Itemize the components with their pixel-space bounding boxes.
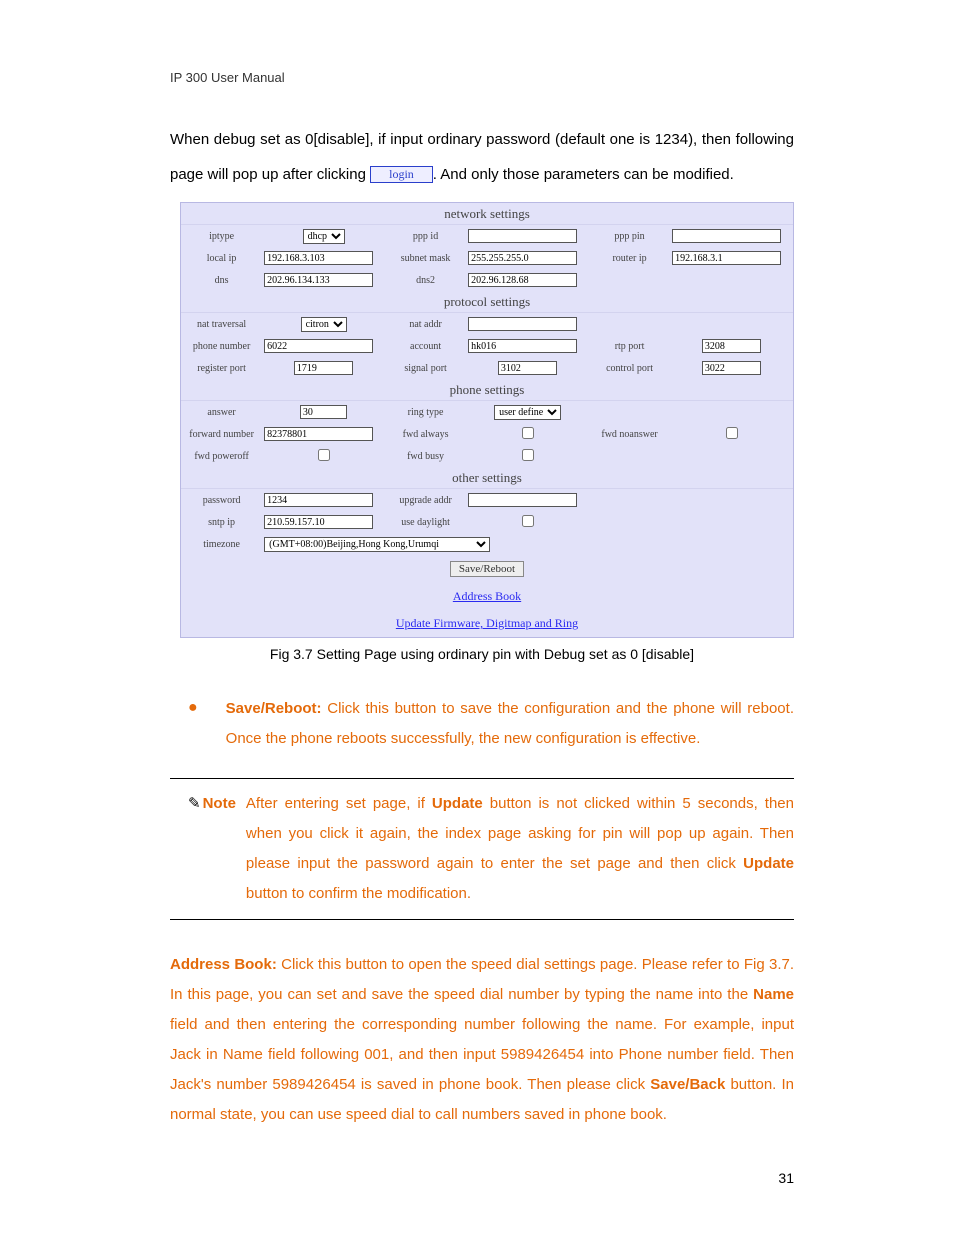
lbl-rtp-port: rtp port xyxy=(589,335,670,357)
lbl-iptype: iptype xyxy=(181,225,262,247)
rtp-port-input[interactable] xyxy=(702,339,761,353)
lbl-nat-traversal: nat traversal xyxy=(181,313,262,335)
bullet-icon: ● xyxy=(188,694,198,754)
lbl-control-port: control port xyxy=(589,357,670,379)
nat-addr-input[interactable] xyxy=(468,317,577,331)
address-book-link[interactable]: Address Book xyxy=(453,589,521,603)
lbl-timezone: timezone xyxy=(181,533,262,555)
login-button[interactable]: login xyxy=(370,166,433,183)
lbl-dns: dns xyxy=(181,269,262,291)
lbl-upgrade-addr: upgrade addr xyxy=(385,489,466,511)
dns2-input[interactable] xyxy=(468,273,577,287)
lbl-forward-number: forward number xyxy=(181,423,262,445)
bullet-block: ● Save/Reboot: Click this button to save… xyxy=(170,694,794,754)
subnet-mask-input[interactable] xyxy=(468,251,577,265)
note-text-1a: After entering set page, if xyxy=(246,795,432,812)
address-book-label: Address Book: xyxy=(170,956,277,973)
address-saveback: Save/Back xyxy=(650,1076,725,1093)
lbl-router-ip: router ip xyxy=(589,247,670,269)
lbl-sntp-ip: sntp ip xyxy=(181,511,262,533)
signal-port-input[interactable] xyxy=(498,361,557,375)
section-phone: phone settings xyxy=(181,379,793,401)
lbl-dns2: dns2 xyxy=(385,269,466,291)
lbl-nat-addr: nat addr xyxy=(385,313,466,335)
note-update-1: Update xyxy=(432,795,483,812)
fwd-always-checkbox[interactable] xyxy=(522,427,534,439)
lbl-subnet-mask: subnet mask xyxy=(385,247,466,269)
router-ip-input[interactable] xyxy=(672,251,781,265)
iptype-select[interactable]: dhcp xyxy=(303,229,345,244)
lbl-account: account xyxy=(385,335,466,357)
lbl-password: password xyxy=(181,489,262,511)
forward-number-input[interactable] xyxy=(264,427,373,441)
intro-part2: . And only those parameters can be modif… xyxy=(433,166,734,183)
section-other: other settings xyxy=(181,467,793,489)
fwd-noanswer-checkbox[interactable] xyxy=(726,427,738,439)
lbl-register-port: register port xyxy=(181,357,262,379)
register-port-input[interactable] xyxy=(294,361,353,375)
manual-header: IP 300 User Manual xyxy=(170,70,794,85)
ppp-id-input[interactable] xyxy=(468,229,577,243)
use-daylight-checkbox[interactable] xyxy=(522,515,534,527)
divider-bottom xyxy=(170,919,794,920)
note-update-2: Update xyxy=(743,855,794,872)
control-port-input[interactable] xyxy=(702,361,761,375)
section-protocol: protocol settings xyxy=(181,291,793,313)
lbl-fwd-poweroff: fwd poweroff xyxy=(181,445,262,467)
answer-input[interactable] xyxy=(300,405,348,419)
lbl-answer: answer xyxy=(181,401,262,423)
fwd-poweroff-checkbox[interactable] xyxy=(318,449,330,461)
pencil-icon: ✎ xyxy=(188,789,201,819)
lbl-signal-port: signal port xyxy=(385,357,466,379)
ring-type-select[interactable]: user define xyxy=(494,405,561,420)
lbl-ring-type: ring type xyxy=(385,401,466,423)
lbl-phone-number: phone number xyxy=(181,335,262,357)
note-text-1c: button to confirm the modification. xyxy=(246,885,471,902)
nat-traversal-select[interactable]: citron xyxy=(301,317,347,332)
settings-panel: network settings iptype dhcp ppp id ppp … xyxy=(180,202,794,638)
dns-input[interactable] xyxy=(264,273,373,287)
section-network: network settings xyxy=(181,203,793,225)
lbl-ppp-pin: ppp pin xyxy=(589,225,670,247)
address-name: Name xyxy=(753,986,794,1003)
address-book-block: Address Book: Click this button to open … xyxy=(170,950,794,1130)
save-reboot-label: Save/Reboot: xyxy=(226,700,322,717)
update-firmware-link[interactable]: Update Firmware, Digitmap and Ring xyxy=(396,616,578,630)
fwd-busy-checkbox[interactable] xyxy=(522,449,534,461)
lbl-fwd-always: fwd always xyxy=(385,423,466,445)
save-reboot-button[interactable]: Save/Reboot xyxy=(450,561,524,577)
page-number: 31 xyxy=(170,1170,794,1186)
lbl-local-ip: local ip xyxy=(181,247,262,269)
phone-number-input[interactable] xyxy=(264,339,373,353)
intro-paragraph: When debug set as 0[disable], if input o… xyxy=(170,123,794,192)
figure-caption: Fig 3.7 Setting Page using ordinary pin … xyxy=(170,646,794,662)
note-label: Note xyxy=(203,795,236,812)
ppp-pin-input[interactable] xyxy=(672,229,781,243)
lbl-use-daylight: use daylight xyxy=(385,511,466,533)
lbl-fwd-busy: fwd busy xyxy=(385,445,466,467)
timezone-select[interactable]: (GMT+08:00)Beijing,Hong Kong,Urumqi xyxy=(264,537,490,552)
sntp-ip-input[interactable] xyxy=(264,515,373,529)
lbl-fwd-noanswer: fwd noanswer xyxy=(589,423,670,445)
account-input[interactable] xyxy=(468,339,577,353)
password-input[interactable] xyxy=(264,493,373,507)
local-ip-input[interactable] xyxy=(264,251,373,265)
upgrade-addr-input[interactable] xyxy=(468,493,577,507)
lbl-ppp-id: ppp id xyxy=(385,225,466,247)
divider-top xyxy=(170,778,794,779)
note-block: ✎Note After entering set page, if Update… xyxy=(188,789,794,909)
